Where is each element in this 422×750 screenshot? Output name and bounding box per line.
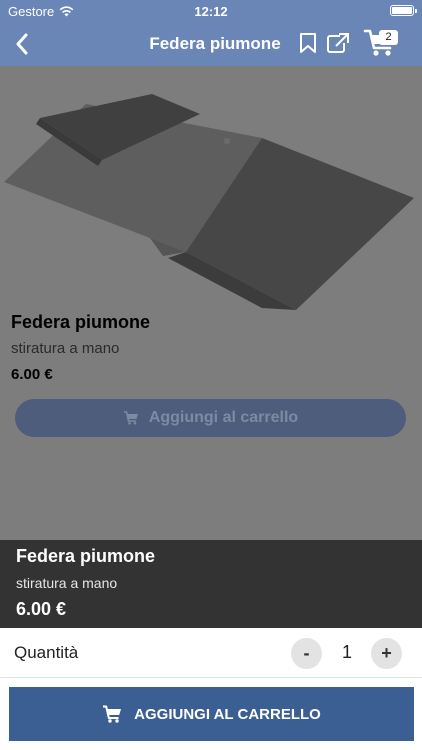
cart-button[interactable]: 2 xyxy=(363,27,399,59)
back-button[interactable] xyxy=(8,28,36,60)
quantity-label: Quantità xyxy=(14,643,79,662)
nav-bar: Federa piumone 2 xyxy=(0,22,422,66)
bookmark-icon xyxy=(300,33,316,53)
add-to-cart-button-dimmed: Aggiungi al carrello xyxy=(15,399,406,437)
product-detail-overlay: Federa piumone stiratura a mano 6.00 € A… xyxy=(0,66,422,540)
product-summary: Federa piumone stiratura a mano 6.00 € xyxy=(0,540,422,628)
decrement-button[interactable]: - xyxy=(291,638,322,669)
quantity-value: 1 xyxy=(341,642,352,662)
summary-description: stiratura a mano xyxy=(16,575,118,591)
summary-price: 6.00 € xyxy=(16,599,67,619)
status-time: 12:12 xyxy=(194,4,228,19)
cart-icon xyxy=(123,411,138,425)
chevron-left-icon xyxy=(16,33,28,55)
product-image xyxy=(4,94,414,310)
add-to-cart-label: Aggiungi al carrello xyxy=(148,409,299,426)
bookmark-button[interactable] xyxy=(297,29,319,57)
quantity-stepper: Quantità - 1 + xyxy=(0,628,422,678)
cart-icon xyxy=(103,705,122,723)
share-button[interactable] xyxy=(325,29,351,57)
share-external-icon xyxy=(327,33,349,53)
product-price: 6.00 € xyxy=(11,366,53,383)
page-title: Federa piumone xyxy=(149,34,281,53)
status-bar: Gestore 12:12 xyxy=(0,0,422,22)
product-description: stiratura a mano xyxy=(11,340,120,357)
battery-icon xyxy=(390,5,417,16)
summary-name: Federa piumone xyxy=(16,546,156,566)
add-to-cart-main-label: AGGIUNGI AL CARRELLO xyxy=(134,705,321,723)
cart-count-badge: 2 xyxy=(379,30,398,45)
increment-button[interactable]: + xyxy=(371,638,402,669)
add-to-cart-button[interactable]: AGGIUNGI AL CARRELLO xyxy=(9,687,414,741)
product-name: Federa piumone xyxy=(11,312,151,332)
